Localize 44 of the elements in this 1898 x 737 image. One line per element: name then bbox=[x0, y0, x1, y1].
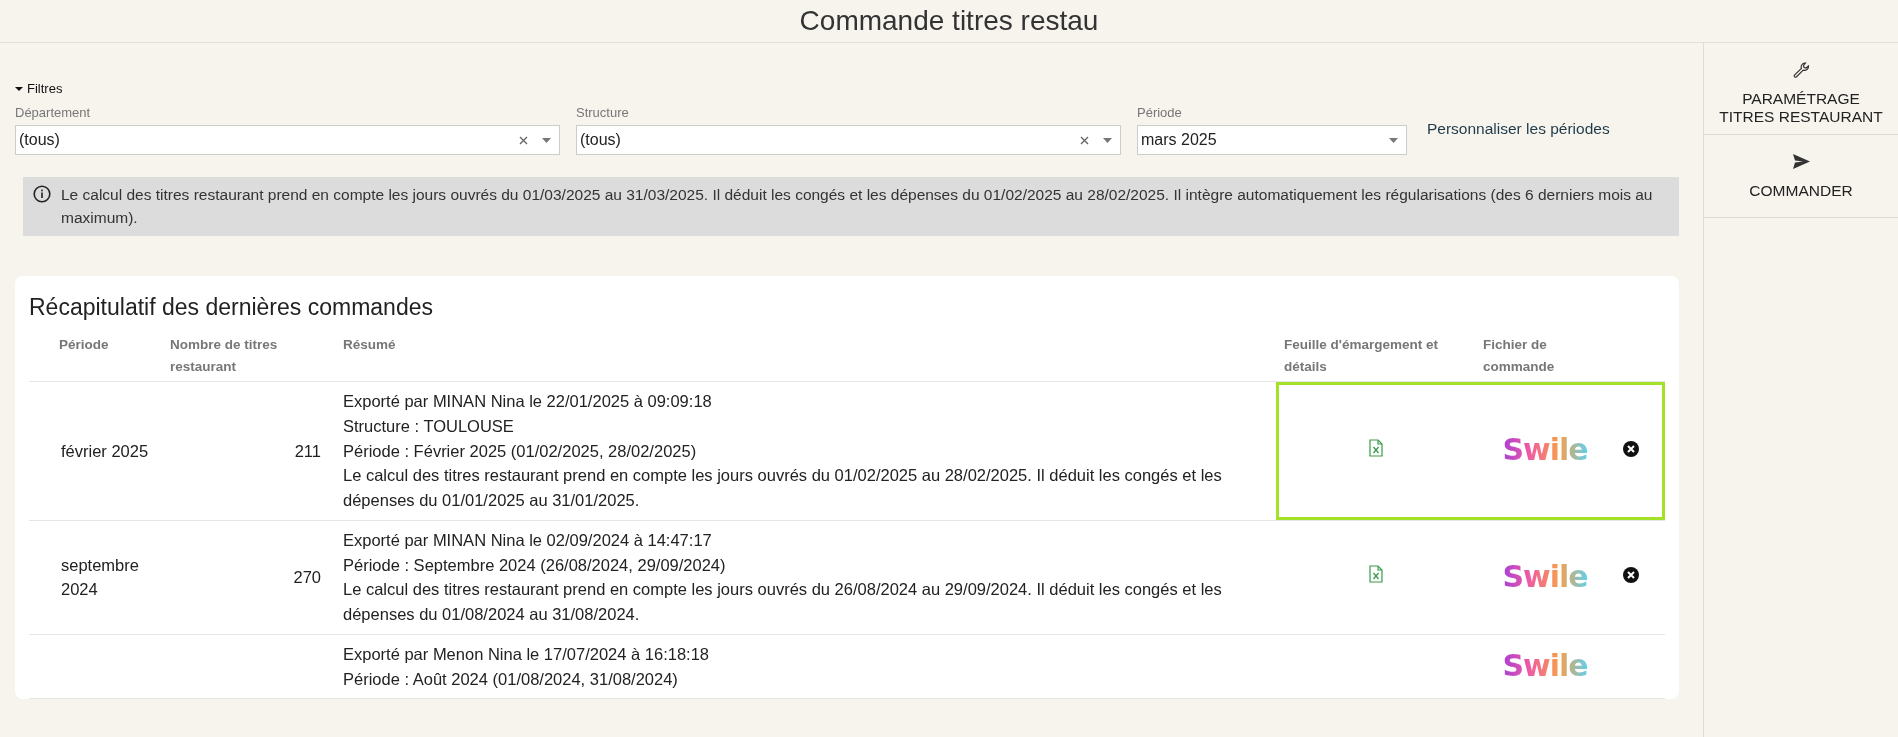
column-header: Résumé bbox=[335, 332, 1276, 382]
spreadsheet-icon[interactable] bbox=[1368, 565, 1383, 584]
close-icon[interactable] bbox=[1623, 440, 1639, 457]
spreadsheet-icon[interactable] bbox=[1368, 438, 1383, 457]
summary-line: Période : Février 2025 (01/02/2025, 28/02/2025) bbox=[343, 440, 698, 462]
select-field[interactable]: mars 2025 bbox=[1137, 125, 1407, 155]
count-cell: 270 bbox=[293, 568, 321, 587]
close-icon[interactable] bbox=[1623, 567, 1639, 584]
caret-icon bbox=[15, 85, 23, 92]
summary-line: Structure : TOULOUSE bbox=[343, 415, 515, 437]
send-icon bbox=[1791, 152, 1811, 170]
info-text: Le calcul des titres restaurant prend en compte les jours ouvrés du 01/03/2025 au 31/03/2025. Il déduit les congés et les dépenses du 01/02/2025 au 28/02/2025. Il intègre automatiquement les régularisations (des 6 derniers mois au maximum). bbox=[61, 185, 1654, 229]
filters-toggle[interactable]: Filtres bbox=[15, 79, 63, 99]
dropdown-arrow-icon bbox=[542, 137, 551, 143]
clear-icon[interactable] bbox=[1080, 135, 1089, 145]
summary-line: Le calcul des titres restaurant prend en compte les jours ouvrés du 26/08/2024 au 29/09/2024. Il déduit les congés et les dépenses du 01/08/2024 au 31/08/2024. bbox=[343, 579, 1223, 626]
count-cell: 211 bbox=[294, 441, 321, 460]
summary-line: Période : Septembre 2024 (26/08/2024, 29/09/2024) bbox=[343, 554, 727, 576]
custom-periods-link[interactable]: Personnaliser les périodes bbox=[1427, 116, 1610, 140]
column-header: Nombre de titres restaurant bbox=[162, 332, 335, 382]
card-title: Récapitulatif des dernières commandes bbox=[29, 292, 434, 322]
summary-line: Le calcul des titres restaurant prend en compte les jours ouvrés du 01/02/2025 au 28/02/2025. Il déduit les congés et les dépenses du 01/01/2025 au 31/01/2025. bbox=[343, 465, 1223, 512]
dropdown-arrow-icon bbox=[1389, 137, 1398, 143]
summary-line: Exporté par MINAN Nina le 22/01/2025 à 09:09:18 bbox=[343, 391, 713, 413]
field-label: Période bbox=[1137, 103, 1183, 122]
field-label: Structure bbox=[576, 103, 630, 122]
period-cell: septembre 2024 bbox=[61, 555, 139, 599]
summary-line: Exporté par Menon Nina le 17/07/2024 à 16:18:18 bbox=[343, 643, 710, 665]
column-header: Fichier de commande bbox=[1475, 332, 1615, 382]
sidebar-button[interactable]: COMMANDER bbox=[1704, 134, 1898, 219]
wrench-icon bbox=[1791, 61, 1811, 78]
info-icon bbox=[33, 185, 51, 203]
summary-line: Exporté par MINAN Nina le 02/09/2024 à 14:47:17 bbox=[343, 529, 713, 551]
page-title: Commande titres restau bbox=[799, 4, 1099, 38]
select-field[interactable]: (tous) bbox=[15, 125, 560, 155]
field-label: Département bbox=[15, 103, 92, 122]
sidebar-button[interactable]: PARAMÉTRAGE TITRES RESTAURANT bbox=[1704, 43, 1898, 135]
column-header: Période bbox=[29, 332, 162, 382]
summary-line: Période : Août 2024 (01/08/2024, 31/08/2024) bbox=[343, 668, 679, 690]
period-cell: février 2025 bbox=[61, 441, 149, 460]
dropdown-arrow-icon bbox=[1103, 137, 1112, 143]
select-field[interactable]: (tous) bbox=[576, 125, 1121, 155]
clear-icon[interactable] bbox=[519, 135, 528, 145]
column-header: Feuille d'émargement et détails bbox=[1276, 332, 1475, 382]
